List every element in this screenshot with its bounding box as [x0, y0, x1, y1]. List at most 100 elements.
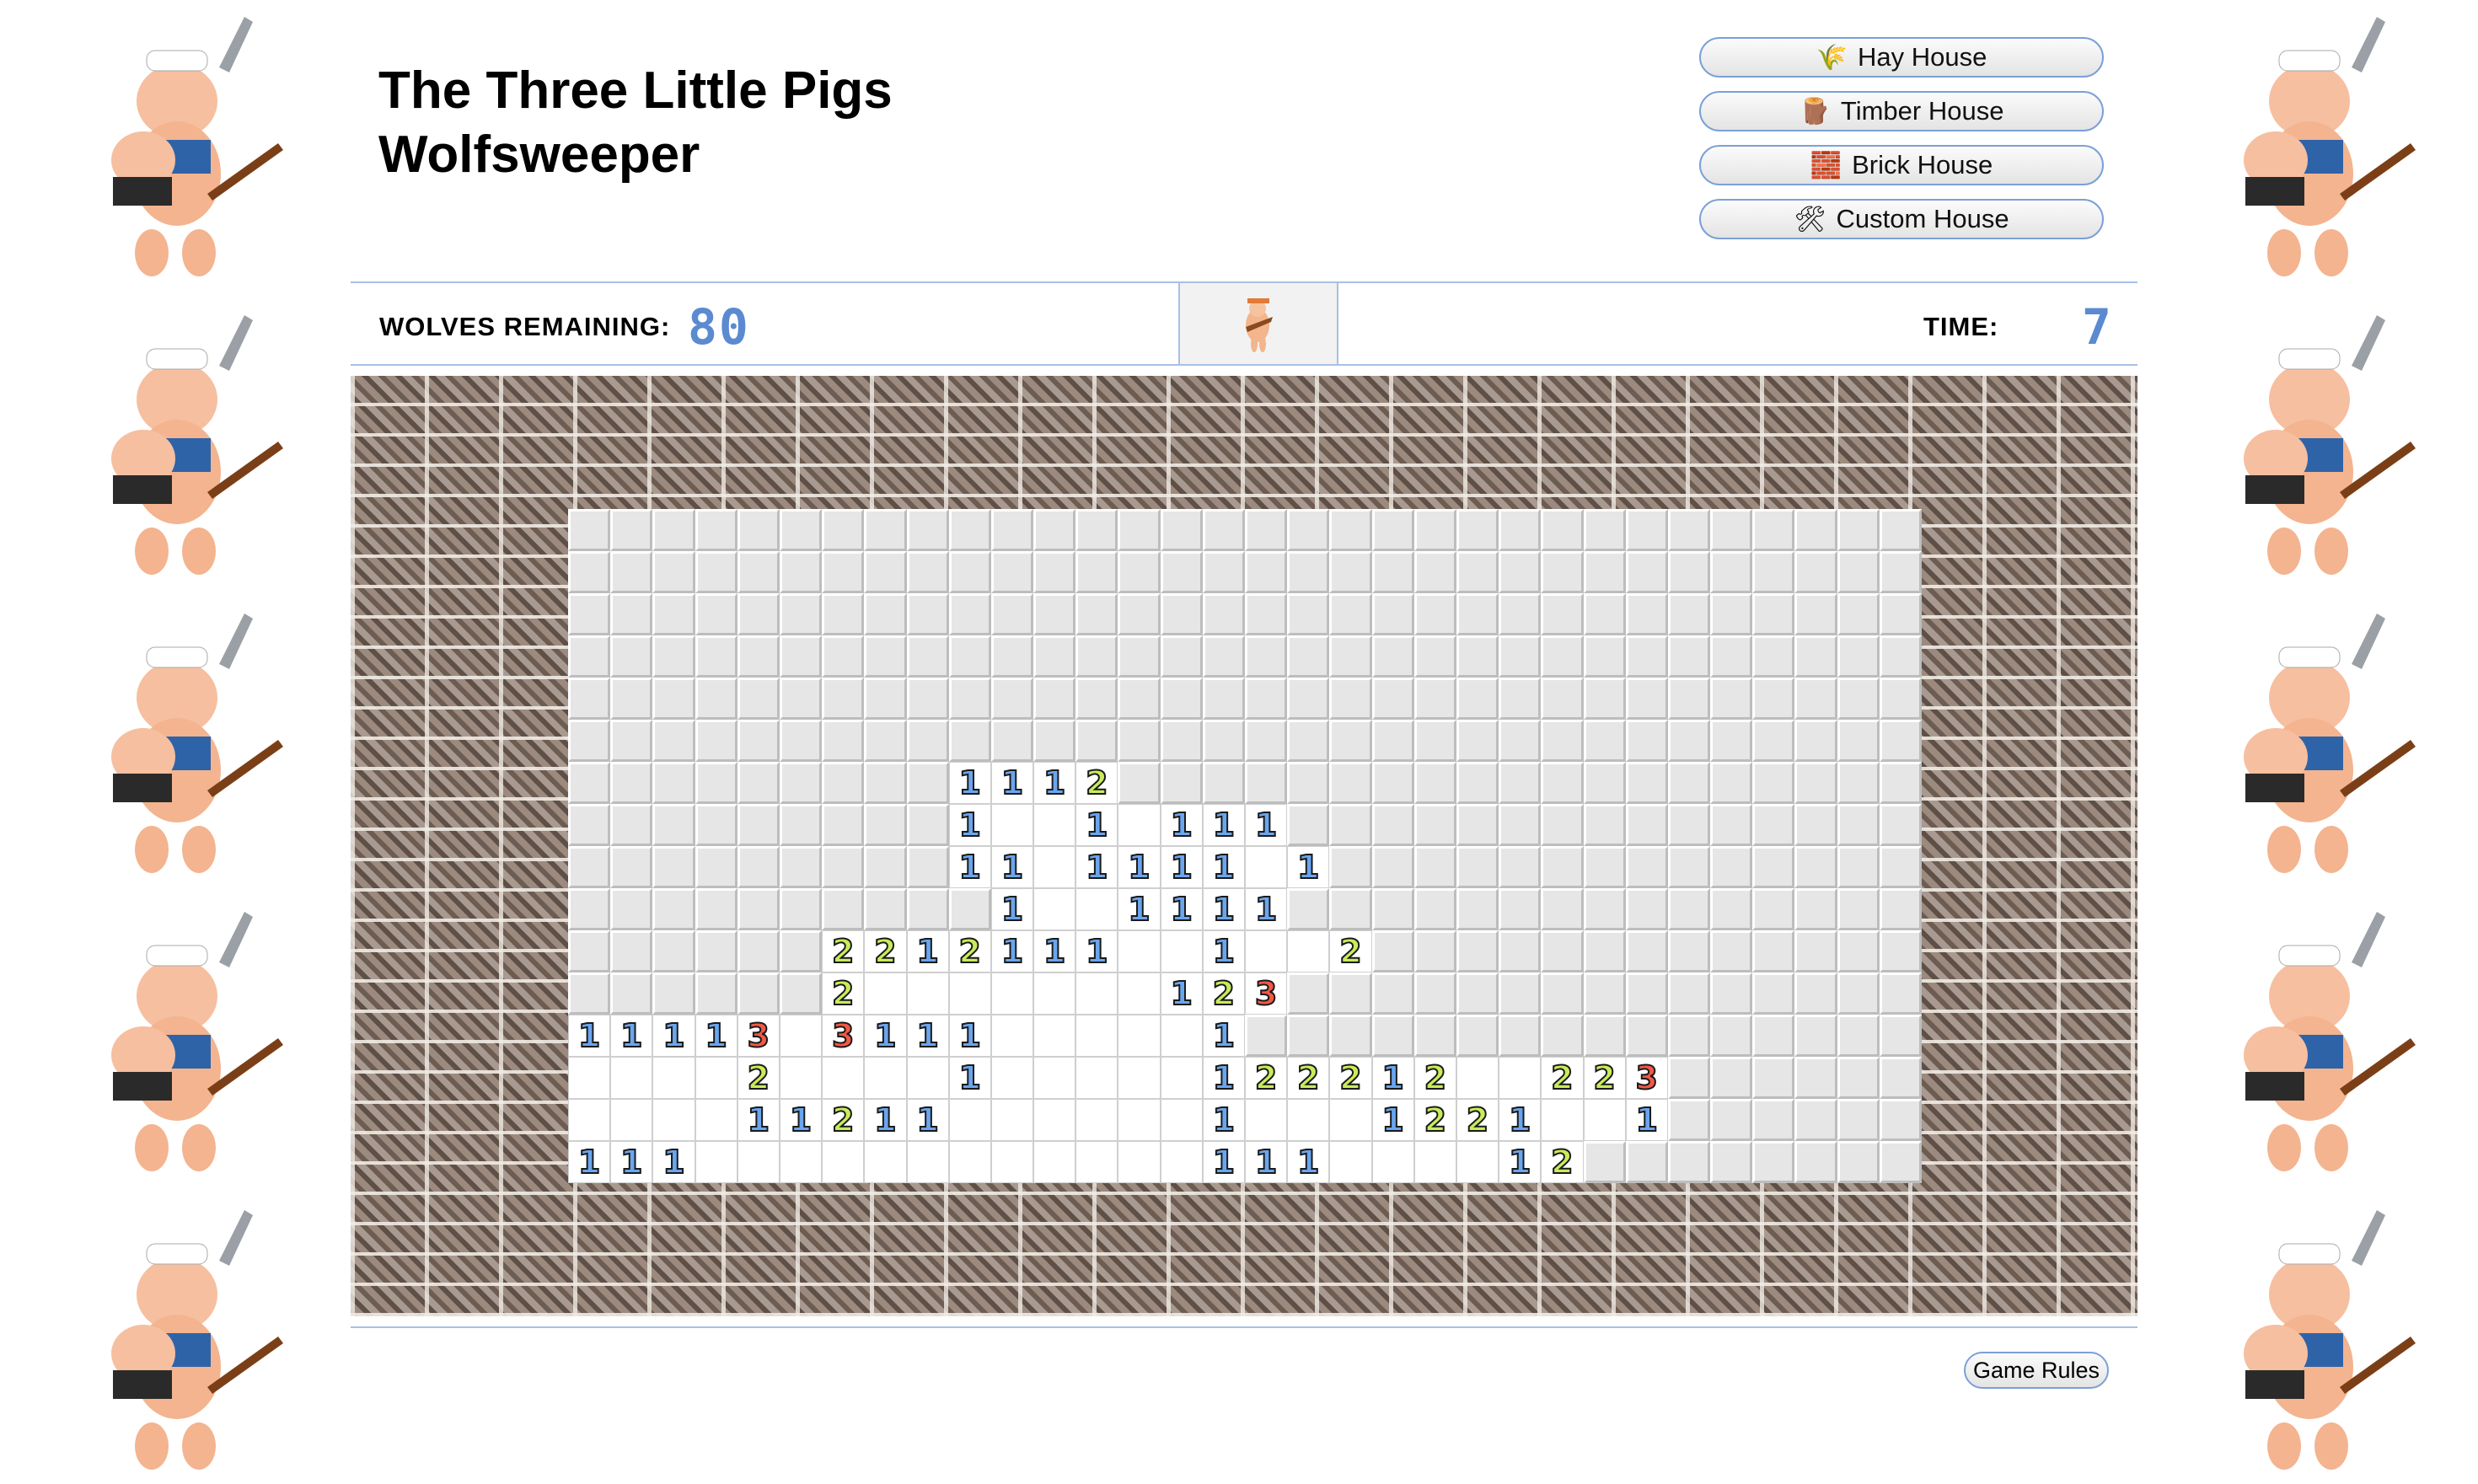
closed-cell[interactable] [1413, 551, 1456, 593]
open-cell[interactable] [948, 972, 991, 1015]
open-cell[interactable] [1329, 1099, 1372, 1141]
closed-cell[interactable] [1710, 720, 1753, 762]
open-cell[interactable]: 1 [1245, 804, 1288, 846]
closed-cell[interactable] [1033, 678, 1076, 720]
closed-cell[interactable] [1583, 1141, 1626, 1183]
closed-cell[interactable] [864, 888, 907, 930]
closed-cell[interactable] [652, 888, 695, 930]
open-cell[interactable]: 2 [737, 1057, 780, 1099]
open-cell[interactable]: 1 [864, 1015, 907, 1057]
closed-cell[interactable] [1794, 930, 1837, 972]
closed-cell[interactable] [1245, 1015, 1288, 1057]
open-cell[interactable] [695, 1057, 738, 1099]
closed-cell[interactable] [1837, 678, 1880, 720]
closed-cell[interactable] [1329, 888, 1372, 930]
closed-cell[interactable] [779, 509, 823, 551]
open-cell[interactable] [1160, 930, 1203, 972]
closed-cell[interactable] [1879, 1099, 1922, 1141]
closed-cell[interactable] [1371, 846, 1414, 888]
open-cell[interactable] [568, 1057, 611, 1099]
closed-cell[interactable] [1667, 804, 1711, 846]
closed-cell[interactable] [1583, 678, 1626, 720]
closed-cell[interactable] [1710, 1099, 1753, 1141]
open-cell[interactable] [1118, 1099, 1161, 1141]
closed-cell[interactable] [695, 804, 738, 846]
closed-cell[interactable] [695, 762, 738, 804]
open-cell[interactable] [652, 1057, 695, 1099]
closed-cell[interactable] [1456, 1015, 1499, 1057]
closed-cell[interactable] [1794, 720, 1837, 762]
closed-cell[interactable] [1456, 678, 1499, 720]
closed-cell[interactable] [1667, 1057, 1711, 1099]
closed-cell[interactable] [779, 593, 823, 635]
closed-cell[interactable] [906, 762, 949, 804]
closed-cell[interactable] [1837, 1099, 1880, 1141]
closed-cell[interactable] [1499, 972, 1542, 1015]
closed-cell[interactable] [1837, 888, 1880, 930]
open-cell[interactable]: 1 [1033, 762, 1076, 804]
open-cell[interactable]: 1 [990, 762, 1034, 804]
open-cell[interactable]: 2 [864, 930, 907, 972]
open-cell[interactable] [990, 1099, 1034, 1141]
closed-cell[interactable] [906, 551, 949, 593]
closed-cell[interactable] [1413, 635, 1456, 678]
closed-cell[interactable] [1837, 972, 1880, 1015]
closed-cell[interactable] [1499, 930, 1542, 972]
open-cell[interactable] [906, 1141, 949, 1183]
closed-cell[interactable] [1287, 888, 1330, 930]
open-cell[interactable] [1456, 1141, 1499, 1183]
open-cell[interactable]: 2 [822, 972, 865, 1015]
closed-cell[interactable] [1710, 762, 1753, 804]
closed-cell[interactable] [1710, 930, 1753, 972]
closed-cell[interactable] [610, 593, 653, 635]
open-cell[interactable] [1118, 1141, 1161, 1183]
open-cell[interactable] [906, 1057, 949, 1099]
closed-cell[interactable] [652, 551, 695, 593]
closed-cell[interactable] [948, 720, 991, 762]
closed-cell[interactable] [864, 846, 907, 888]
open-cell[interactable] [1160, 1057, 1203, 1099]
open-cell[interactable]: 2 [1413, 1099, 1456, 1141]
open-cell[interactable] [1371, 1141, 1414, 1183]
closed-cell[interactable] [1879, 635, 1922, 678]
open-cell[interactable] [990, 1057, 1034, 1099]
closed-cell[interactable] [737, 678, 780, 720]
open-cell[interactable] [568, 1099, 611, 1141]
open-cell[interactable]: 1 [1202, 1099, 1245, 1141]
open-cell[interactable]: 1 [1118, 846, 1161, 888]
closed-cell[interactable] [906, 509, 949, 551]
open-cell[interactable]: 1 [906, 930, 949, 972]
open-cell[interactable] [1118, 1015, 1161, 1057]
closed-cell[interactable] [1245, 762, 1288, 804]
closed-cell[interactable] [1413, 593, 1456, 635]
closed-cell[interactable] [822, 888, 865, 930]
closed-cell[interactable] [737, 593, 780, 635]
closed-cell[interactable] [568, 972, 611, 1015]
closed-cell[interactable] [1541, 930, 1584, 972]
closed-cell[interactable] [1752, 551, 1795, 593]
open-cell[interactable] [1075, 1099, 1118, 1141]
closed-cell[interactable] [737, 635, 780, 678]
closed-cell[interactable] [1033, 593, 1076, 635]
closed-cell[interactable] [1837, 509, 1880, 551]
closed-cell[interactable] [652, 509, 695, 551]
open-cell[interactable] [1033, 846, 1076, 888]
closed-cell[interactable] [1329, 509, 1372, 551]
custom-house-button[interactable]: 🛠 Custom House [1699, 199, 2104, 239]
open-cell[interactable]: 2 [1287, 1057, 1330, 1099]
closed-cell[interactable] [1752, 678, 1795, 720]
brick-house-button[interactable]: 🧱 Brick House [1699, 145, 2104, 185]
open-cell[interactable] [864, 1057, 907, 1099]
closed-cell[interactable] [652, 930, 695, 972]
closed-cell[interactable] [652, 804, 695, 846]
open-cell[interactable] [652, 1099, 695, 1141]
closed-cell[interactable] [1245, 720, 1288, 762]
closed-cell[interactable] [652, 593, 695, 635]
closed-cell[interactable] [1075, 551, 1118, 593]
open-cell[interactable] [1413, 1141, 1456, 1183]
closed-cell[interactable] [1287, 762, 1330, 804]
closed-cell[interactable] [1667, 930, 1711, 972]
closed-cell[interactable] [652, 720, 695, 762]
open-cell[interactable]: 1 [1245, 1141, 1288, 1183]
closed-cell[interactable] [1160, 678, 1203, 720]
